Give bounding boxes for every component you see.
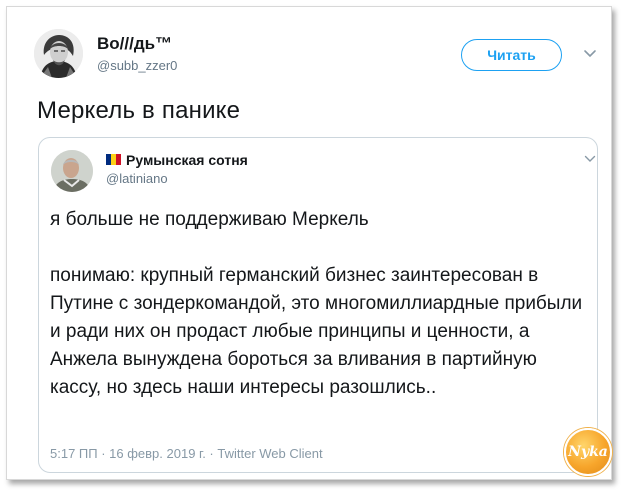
quoted-author-name[interactable]: Румынская сотня	[126, 152, 248, 168]
engraved-portrait-icon	[34, 29, 83, 78]
quoted-paragraph-2: понимаю: крупный германский бизнес заинт…	[50, 265, 583, 398]
author-handle[interactable]: @subb_zzer0	[97, 58, 177, 73]
quoted-author-handle[interactable]: @latiniano	[106, 171, 168, 186]
quoted-tweet-meta[interactable]: 5:17 ПП · 16 февр. 2019 г. · Twitter Web…	[50, 446, 323, 461]
quoted-tweet[interactable]: Румынская сотня @latiniano я больше не п…	[38, 137, 598, 473]
quoted-paragraph-1: я больше не поддерживаю Меркель	[50, 209, 369, 230]
tweet-text: Меркель в панике	[37, 97, 241, 124]
quoted-author-avatar[interactable]	[51, 150, 93, 192]
flag-stripe-red	[116, 154, 121, 165]
author-avatar[interactable]	[34, 29, 83, 78]
author-name[interactable]: Bo///дь™	[97, 34, 172, 54]
quoted-chevron-down-icon[interactable]	[584, 155, 596, 163]
follow-button[interactable]: Читать	[461, 39, 562, 71]
watermark-logo: Nyka	[564, 428, 612, 476]
man-photo-icon	[51, 150, 93, 192]
quoted-tweet-body: я больше не поддерживаю Меркель понимаю:…	[50, 206, 590, 402]
chevron-down-icon[interactable]	[583, 49, 597, 59]
romania-flag-icon	[106, 154, 121, 165]
tweet-card: Bo///дь™ @subb_zzer0 Читать Меркель в па…	[6, 6, 612, 480]
